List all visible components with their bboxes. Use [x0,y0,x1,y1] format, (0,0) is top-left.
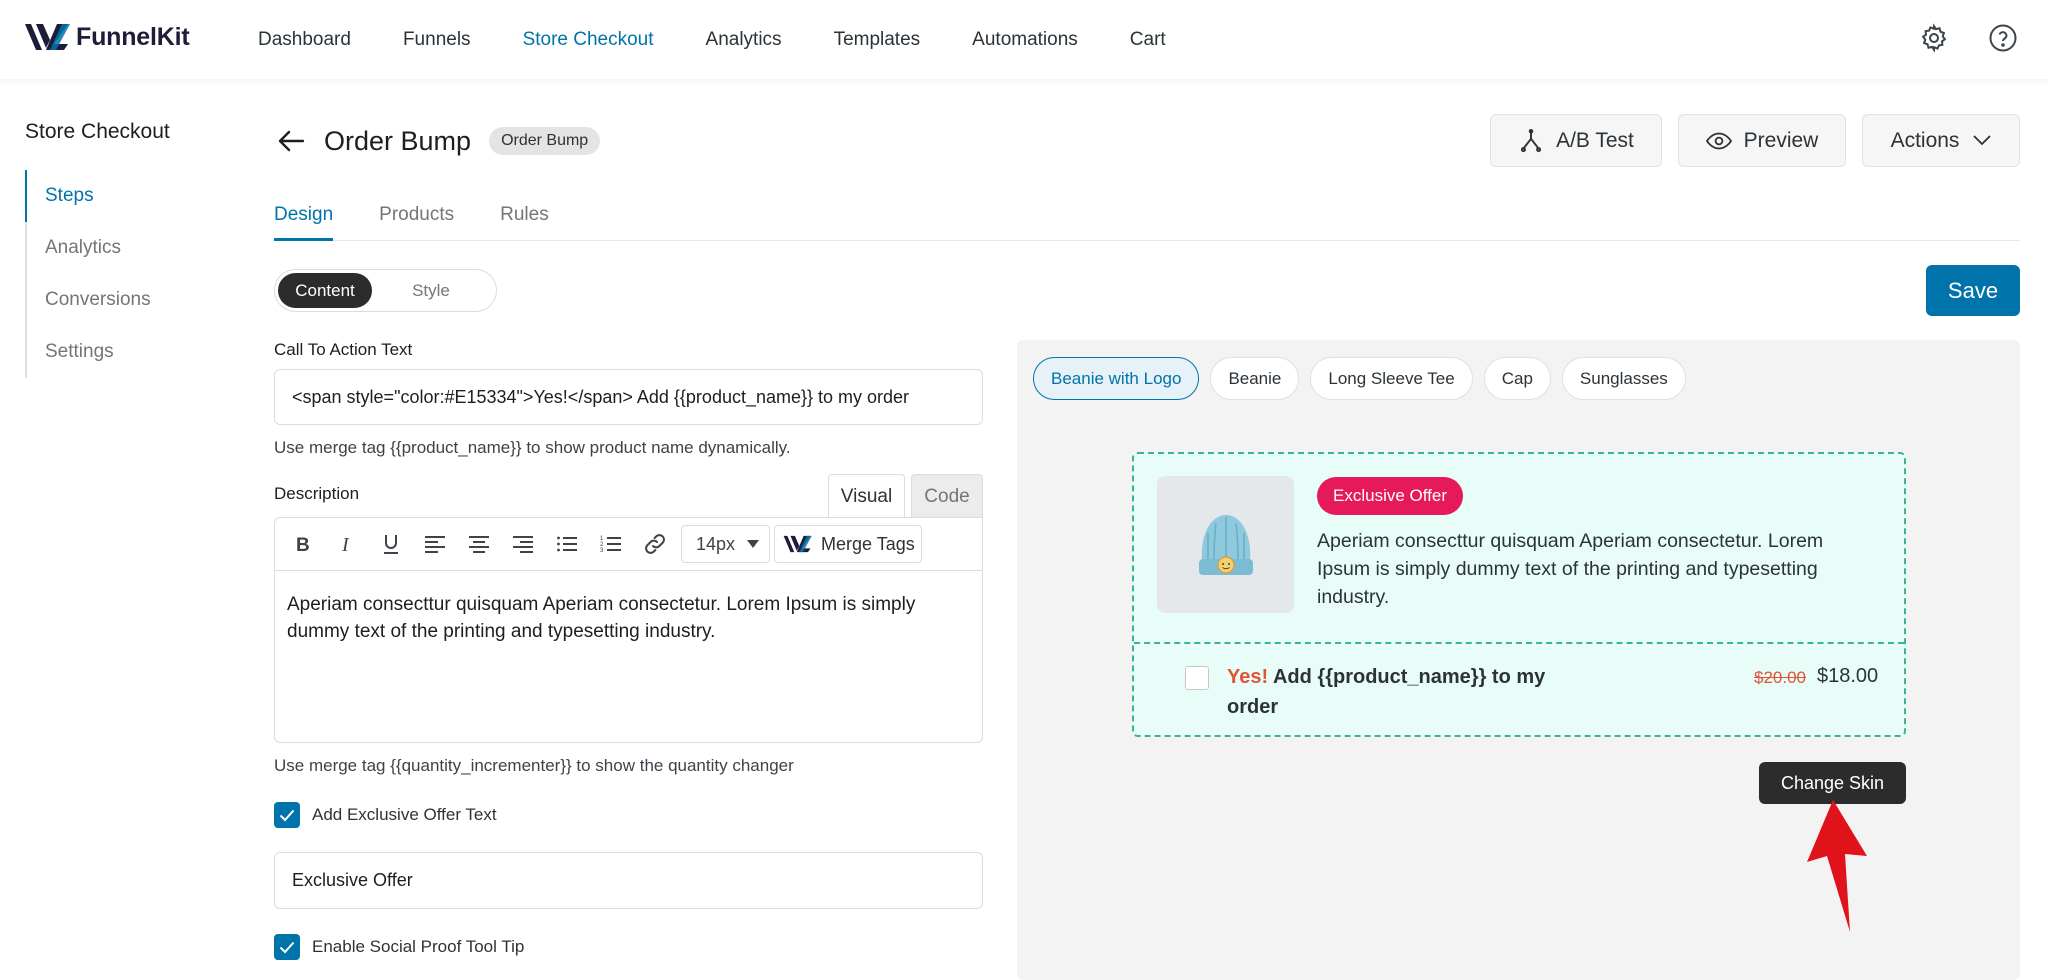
sidebar-item-conversions[interactable]: Conversions [27,274,245,326]
description-label: Description [274,484,360,503]
nav-funnels[interactable]: Funnels [403,29,471,51]
numbered-list-icon[interactable]: 123 [589,522,633,566]
content-style-toggle: Content Style [274,269,497,312]
checkmark-icon [279,941,295,953]
bump-description: Aperiam consecttur quisquam Aperiam cons… [1317,530,1824,608]
actions-label: Actions [1890,128,1960,152]
exclusive-offer-checkbox-row: Add Exclusive Offer Text [274,802,497,828]
step-type-badge: Order Bump [489,127,601,155]
product-chips: Beanie with Logo Beanie Long Sleeve Tee … [1033,357,1697,400]
cta-label: Call To Action Text [274,340,413,359]
product-chip-cap[interactable]: Cap [1483,357,1551,400]
sidebar-item-settings[interactable]: Settings [27,326,245,378]
underline-icon[interactable] [369,522,413,566]
link-icon[interactable] [633,522,677,566]
ab-test-label: A/B Test [1556,128,1634,152]
sidebar-item-analytics[interactable]: Analytics [27,222,245,274]
page-title: Order Bump [324,125,472,156]
sidebar: Store Checkout Steps Analytics Conversio… [25,120,245,378]
bump-cta-yes: Yes! [1227,666,1269,688]
align-right-icon[interactable] [501,522,545,566]
funnelkit-mini-icon [783,535,812,553]
sidebar-title: Store Checkout [25,120,170,143]
tab-rules[interactable]: Rules [500,196,549,241]
gear-icon[interactable] [1918,20,1950,56]
order-bump-body: Exclusive Offer Aperiam consecttur quisq… [1134,454,1904,644]
social-proof-checkbox[interactable] [274,934,300,960]
main-nav: Dashboard Funnels Store Checkout Analyti… [258,0,1218,79]
top-bar: FunnelKit Dashboard Funnels Store Checko… [0,0,2048,79]
align-left-icon[interactable] [413,522,457,566]
beanie-image [1198,514,1253,575]
merge-tags-label: Merge Tags [821,533,915,554]
order-bump-preview: Exclusive Offer Aperiam consecttur quisq… [1132,452,1906,737]
exclusive-offer-checkbox[interactable] [274,802,300,828]
font-size-select[interactable]: 14px [681,525,770,563]
funnelkit-logo[interactable]: FunnelKit [24,21,190,53]
bump-cta-text[interactable]: Yes! Add {{product_name}} to my order [1227,662,1587,722]
actions-dropdown[interactable]: Actions [1862,114,2020,167]
svg-text:I: I [341,534,350,554]
exclusive-offer-input[interactable]: Exclusive Offer [274,852,983,909]
back-arrow-icon[interactable] [274,124,308,158]
exclusive-offer-label: Add Exclusive Offer Text [312,805,497,824]
tab-design[interactable]: Design [274,196,334,241]
brand-name: FunnelKit [76,22,190,51]
funnelkit-logo-icon [25,24,70,50]
ab-test-button[interactable]: A/B Test [1490,114,1662,167]
editor-toolbar: B I 123 14px Merge Tags [275,518,982,571]
split-icon [1521,128,1542,152]
editor-tab-code[interactable]: Code [911,474,983,518]
page-header: Order Bump Order Bump [274,120,601,162]
editor-content[interactable]: Aperiam consecttur quisquam Aperiam cons… [275,571,982,665]
font-size-value: 14px [696,533,736,554]
nav-automations[interactable]: Automations [972,29,1078,51]
preview-label: Preview [1743,128,1819,152]
italic-icon[interactable]: I [325,522,369,566]
editor-tab-visual[interactable]: Visual [828,474,905,518]
nav-cart[interactable]: Cart [1130,29,1166,51]
social-proof-label: Enable Social Proof Tool Tip [312,937,525,956]
toggle-style[interactable]: Style [372,273,490,308]
toggle-content[interactable]: Content [278,273,372,308]
product-chip-beanie[interactable]: Beanie [1210,357,1300,400]
design-tabs: Design Products Rules [274,196,2020,241]
bullet-list-icon[interactable] [545,522,589,566]
cta-hint: Use merge tag {{product_name}} to show p… [274,438,791,457]
nav-store-checkout[interactable]: Store Checkout [523,29,654,51]
sidebar-list: Steps Analytics Conversions Settings [25,170,245,378]
svg-text:3: 3 [600,548,604,554]
bump-cta-rest: Add {{product_name}} to my order [1227,666,1546,718]
description-editor: B I 123 14px Merge Tags Aperiam consectt… [274,517,983,743]
align-center-icon[interactable] [457,522,501,566]
sidebar-item-steps[interactable]: Steps [25,170,245,222]
social-proof-checkbox-row: Enable Social Proof Tool Tip [274,934,524,960]
product-chip-long-sleeve-tee[interactable]: Long Sleeve Tee [1310,357,1473,400]
svg-text:B: B [296,535,310,554]
exclusive-offer-badge: Exclusive Offer [1317,477,1464,515]
red-arrow-annotation-icon [1807,800,1867,932]
nav-dashboard[interactable]: Dashboard [258,29,351,51]
preview-button[interactable]: Preview [1678,114,1846,167]
bump-checkbox[interactable] [1185,666,1209,690]
help-icon[interactable] [1987,20,2019,56]
description-hint: Use merge tag {{quantity_incrementer}} t… [274,756,794,775]
chevron-down-icon [1973,135,1992,146]
nav-analytics[interactable]: Analytics [706,29,782,51]
bold-icon[interactable]: B [281,522,325,566]
product-thumbnail [1157,476,1294,613]
product-chip-beanie-with-logo[interactable]: Beanie with Logo [1033,357,1200,400]
checkmark-icon [279,809,295,821]
eye-icon [1705,132,1732,149]
nav-templates[interactable]: Templates [834,29,921,51]
tab-products[interactable]: Products [379,196,454,241]
save-button[interactable]: Save [1926,265,2020,316]
original-price: $20.00 [1754,668,1806,687]
caret-down-icon [747,540,759,548]
sale-price: $18.00 [1817,665,1879,687]
merge-tags-button[interactable]: Merge Tags [774,525,922,563]
product-chip-sunglasses[interactable]: Sunglasses [1561,357,1686,400]
cta-text-input[interactable]: <span style="color:#E15334">Yes!</span> … [274,369,983,425]
